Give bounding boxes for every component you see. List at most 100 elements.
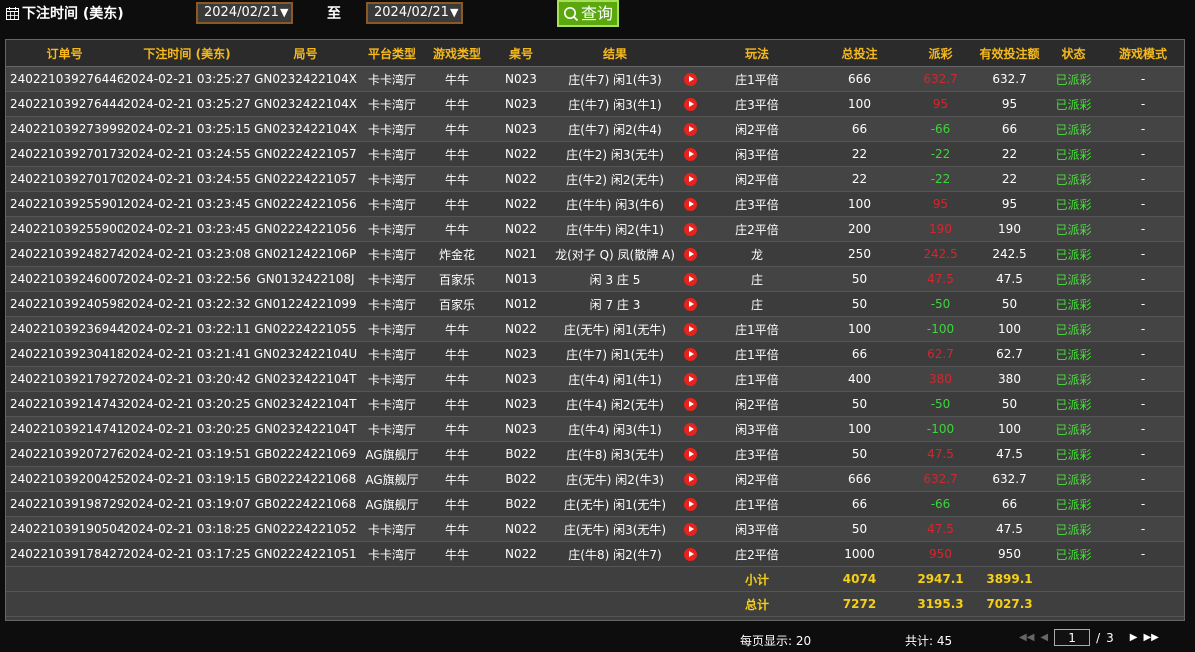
col-valid-bet[interactable]: 有效投注额 — [974, 40, 1045, 67]
order-id-cell: 240221039276446 — [6, 66, 123, 92]
total-bet-cell: 22 — [812, 141, 907, 167]
play-circle-icon[interactable] — [683, 398, 697, 411]
table-no-cell: N021 — [490, 241, 552, 267]
play-circle-icon[interactable] — [683, 173, 697, 186]
play-circle-icon[interactable] — [683, 273, 697, 286]
game-mode-cell: - — [1102, 466, 1184, 492]
col-round-id[interactable]: 局号 — [251, 40, 360, 67]
start-date-select[interactable]: 2024/02/21▼ — [196, 2, 293, 24]
result-cell: 庄(牛4) 闲3(牛1) — [552, 416, 678, 442]
prev-page-icon[interactable]: ◀ — [1040, 632, 1048, 643]
round-id-cell: GN02224221056 — [251, 191, 360, 217]
order-id-cell: 240221039207276 — [6, 441, 123, 467]
play-circle-icon[interactable] — [683, 198, 697, 211]
col-game-type[interactable]: 游戏类型 — [424, 40, 490, 67]
play-circle-icon[interactable] — [683, 148, 697, 161]
play-type-cell: 龙 — [702, 241, 812, 267]
status-cell: 已派彩 — [1045, 316, 1102, 342]
play-circle-icon[interactable] — [683, 123, 697, 136]
play-circle-icon[interactable] — [683, 348, 697, 361]
play-circle-icon[interactable] — [683, 223, 697, 236]
total-bet: 7272 — [812, 591, 907, 617]
play-circle-icon[interactable] — [683, 323, 697, 336]
next-page-icon[interactable]: ▶ — [1130, 632, 1138, 643]
first-page-icon[interactable]: ◀◀ — [1019, 632, 1034, 643]
play-circle-icon[interactable] — [683, 548, 697, 561]
valid-bet-cell: 66 — [974, 491, 1045, 517]
end-date-select[interactable]: 2024/02/21▼ — [366, 2, 463, 24]
play-type-cell: 庄1平倍 — [702, 491, 812, 517]
order-id-cell: 240221039246007 — [6, 266, 123, 292]
order-id-cell: 240221039214741 — [6, 416, 123, 442]
page-number-input[interactable] — [1054, 629, 1091, 646]
round-id-cell: GN02224221051 — [251, 541, 360, 567]
col-play-type[interactable]: 玩法 — [702, 40, 812, 67]
order-id-cell: 240221039190504 — [6, 516, 123, 542]
play-circle-icon[interactable] — [683, 98, 697, 111]
col-table-no[interactable]: 桌号 — [490, 40, 552, 67]
play-circle-icon[interactable] — [683, 523, 697, 536]
table-row: 240221039178427 2024-02-21 03:17:25 GN0222… — [6, 541, 1184, 567]
table-row: 240221039276446 2024-02-21 03:25:27 GN0232… — [6, 66, 1184, 92]
status-cell: 已派彩 — [1045, 366, 1102, 392]
payout-cell: 47.5 — [907, 441, 974, 467]
query-button[interactable]: 查询 — [557, 0, 619, 27]
subtotal-valid: 3899.1 — [974, 566, 1045, 592]
round-id-cell: GN0232422104T — [251, 366, 360, 392]
last-page-icon[interactable]: ▶▶ — [1143, 632, 1158, 643]
bet-time-cell: 2024-02-21 03:25:27 — [123, 66, 251, 92]
replay-cell — [678, 191, 702, 217]
round-id-cell: GN0132422108J — [251, 266, 360, 292]
search-icon — [563, 6, 579, 21]
play-type-cell: 闲3平倍 — [702, 416, 812, 442]
replay-cell — [678, 216, 702, 242]
replay-cell — [678, 516, 702, 542]
col-order-id[interactable]: 订单号 — [6, 40, 123, 67]
replay-cell — [678, 366, 702, 392]
valid-bet-cell: 950 — [974, 541, 1045, 567]
result-cell: 庄(牛4) 闲2(无牛) — [552, 391, 678, 417]
table-row: 240221039198729 2024-02-21 03:19:07 GB0222… — [6, 491, 1184, 517]
order-id-cell: 240221039178427 — [6, 541, 123, 567]
bet-time-cell: 2024-02-21 03:25:27 — [123, 91, 251, 117]
payout-cell: 95 — [907, 91, 974, 117]
total-bet-cell: 400 — [812, 366, 907, 392]
play-circle-icon[interactable] — [683, 373, 697, 386]
replay-cell — [678, 66, 702, 92]
result-cell: 庄(牛7) 闲1(无牛) — [552, 341, 678, 367]
col-platform[interactable]: 平台类型 — [360, 40, 424, 67]
play-type-cell: 闲3平倍 — [702, 516, 812, 542]
game-mode-cell: - — [1102, 416, 1184, 442]
col-game-mode[interactable]: 游戏模式 — [1102, 40, 1184, 67]
col-total-bet[interactable]: 总投注 — [812, 40, 907, 67]
play-circle-icon[interactable] — [683, 448, 697, 461]
play-type-cell: 闲2平倍 — [702, 391, 812, 417]
platform-cell: 卡卡湾厅 — [360, 366, 424, 392]
play-circle-icon[interactable] — [683, 423, 697, 436]
status-cell: 已派彩 — [1045, 166, 1102, 192]
round-id-cell: GN0232422104T — [251, 391, 360, 417]
play-circle-icon[interactable] — [683, 473, 697, 486]
status-cell: 已派彩 — [1045, 466, 1102, 492]
col-payout[interactable]: 派彩 — [907, 40, 974, 67]
game-type-cell: 百家乐 — [424, 266, 490, 292]
platform-cell: 卡卡湾厅 — [360, 341, 424, 367]
valid-bet-cell: 632.7 — [974, 466, 1045, 492]
col-status[interactable]: 状态 — [1045, 40, 1102, 67]
payout-cell: -50 — [907, 391, 974, 417]
query-button-label: 查询 — [580, 3, 613, 23]
replay-cell — [678, 166, 702, 192]
bet-time-cell: 2024-02-21 03:18:25 — [123, 516, 251, 542]
col-result[interactable]: 结果 — [552, 40, 678, 67]
game-type-cell: 牛牛 — [424, 116, 490, 142]
col-bet-time[interactable]: 下注时间 (美东) — [123, 40, 251, 67]
play-circle-icon[interactable] — [683, 248, 697, 261]
play-type-cell: 庄1平倍 — [702, 66, 812, 92]
play-circle-icon[interactable] — [683, 73, 697, 86]
game-type-cell: 牛牛 — [424, 491, 490, 517]
replay-cell — [678, 141, 702, 167]
total-bet-cell: 666 — [812, 466, 907, 492]
play-circle-icon[interactable] — [683, 498, 697, 511]
play-circle-icon[interactable] — [683, 298, 697, 311]
platform-cell: 卡卡湾厅 — [360, 191, 424, 217]
